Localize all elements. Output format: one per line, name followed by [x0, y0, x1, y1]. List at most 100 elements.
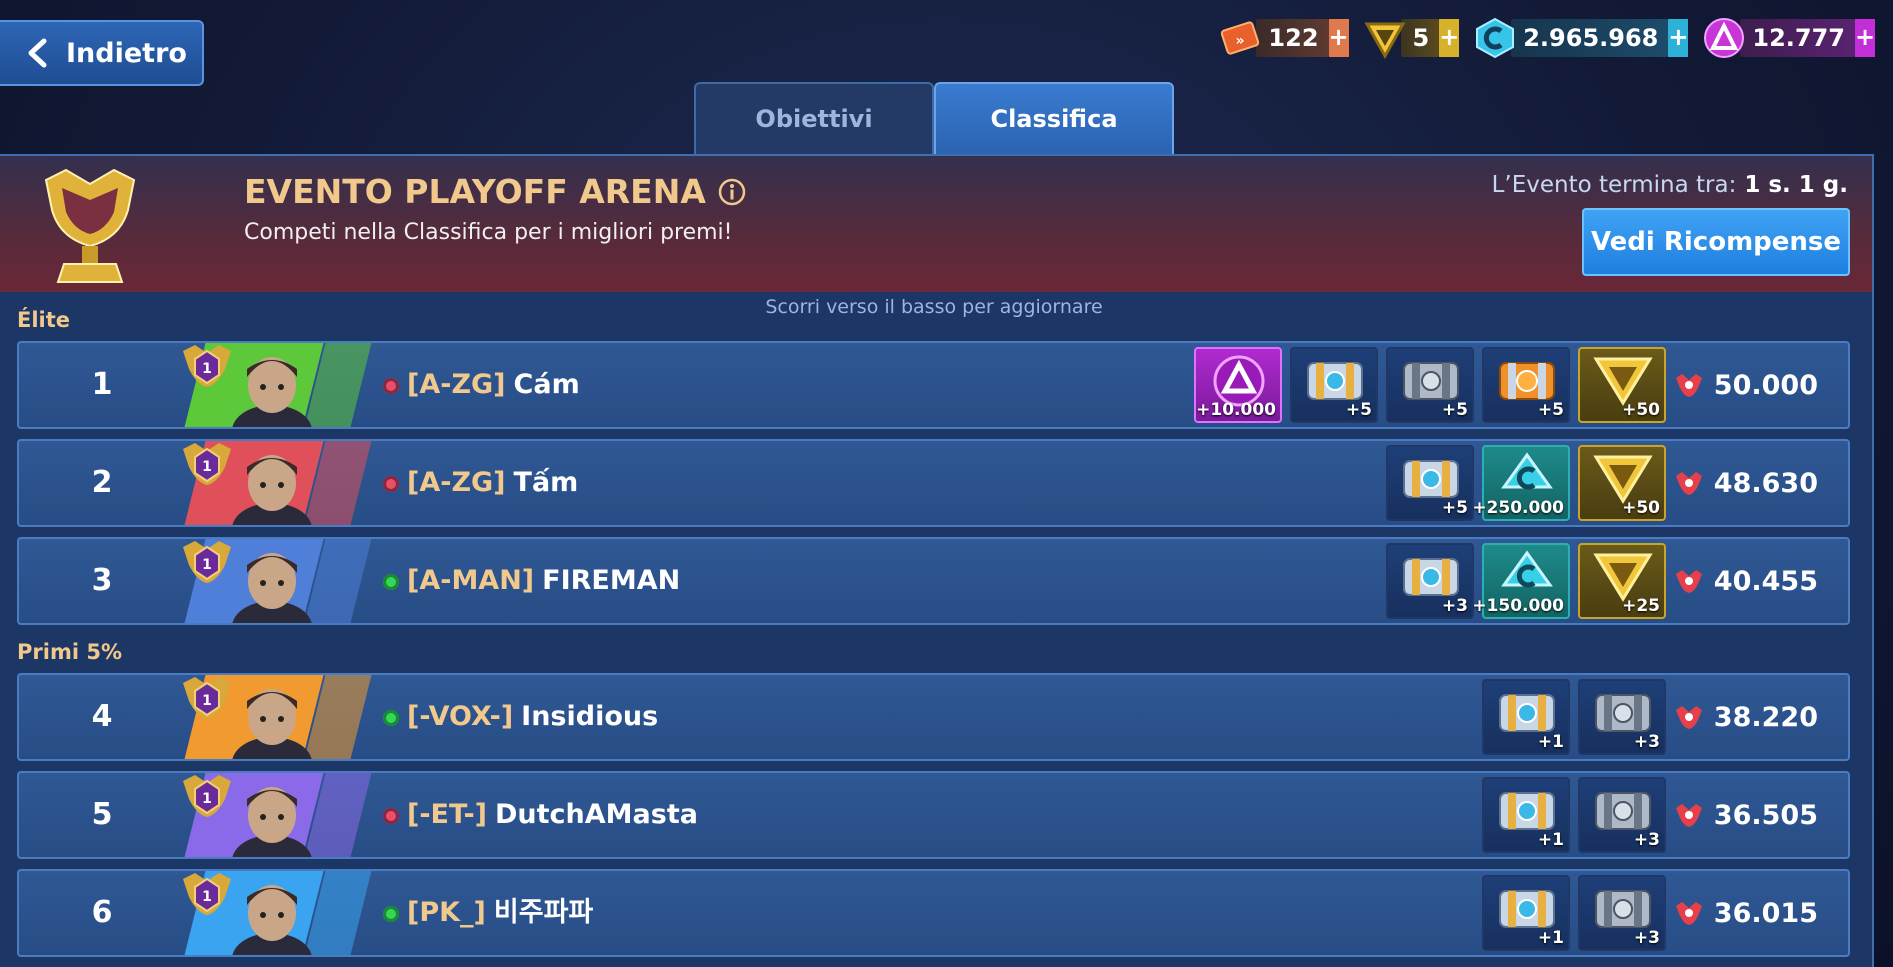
player-score: 40.455 — [1674, 539, 1818, 623]
player-name-text: Insidious — [521, 701, 659, 732]
player-name-text: Tấm — [513, 467, 579, 498]
currency-tickets: » 122 + — [1218, 18, 1349, 58]
event-ends-value: 1 s. 1 g. — [1744, 172, 1848, 198]
reward-amount: +5 — [1345, 400, 1372, 420]
alliance-tag: [-ET-] — [407, 799, 487, 830]
reward-list: +1 +3 — [1482, 875, 1666, 951]
reward-amount: +150.000 — [1472, 596, 1564, 616]
leaderboard-row[interactable]: 2 1 [A-ZG] Tấm +5 +250.000 +50 48.630 — [17, 439, 1850, 527]
reward-amount: +3 — [1441, 596, 1468, 616]
player-name-text: DutchAMasta — [495, 799, 698, 830]
reward-item[interactable]: +3 — [1578, 875, 1666, 951]
player-name[interactable]: [A-MAN] FIREMAN — [407, 539, 680, 623]
reward-item[interactable]: +3 — [1386, 543, 1474, 619]
reward-item[interactable]: +10.000 — [1194, 347, 1282, 423]
add-tokens-button[interactable]: + — [1439, 19, 1459, 57]
reward-amount: +3 — [1633, 732, 1660, 752]
rank-badge-icon: 1 — [183, 775, 231, 817]
reward-item[interactable]: +150.000 — [1472, 543, 1570, 619]
svg-text:1: 1 — [202, 459, 212, 475]
player-rank: 1 — [91, 367, 113, 402]
reward-item[interactable]: +5 — [1386, 445, 1474, 521]
online-status-dot — [383, 378, 399, 394]
rank-badge-icon: 1 — [183, 443, 231, 485]
section-top5: Primi 5% — [17, 640, 122, 664]
tickets-value: 122 — [1256, 19, 1329, 57]
reward-item[interactable]: +5 — [1386, 347, 1474, 423]
reward-item[interactable]: +5 — [1482, 347, 1570, 423]
player-rank: 6 — [91, 895, 113, 930]
reward-amount: +50 — [1622, 400, 1660, 420]
add-points-button[interactable]: + — [1855, 19, 1875, 57]
arena-score-icon — [1675, 902, 1702, 925]
reward-item[interactable]: +1 — [1482, 875, 1570, 951]
player-score-value: 38.220 — [1713, 701, 1818, 733]
arena-token-icon — [1363, 22, 1406, 60]
reward-amount: +3 — [1633, 928, 1660, 948]
leaderboard-row[interactable]: 6 1 [PK_] 비주파파 +1 +3 36.015 — [17, 869, 1850, 957]
reward-item[interactable]: +1 — [1482, 679, 1570, 755]
leaderboard-row[interactable]: 1 1 [A-ZG] Cám +10.000 +5 +5 +5 +50 50.000 — [17, 341, 1850, 429]
reward-amount: +1 — [1537, 928, 1564, 948]
reward-item[interactable]: +3 — [1578, 679, 1666, 755]
rank-badge-icon: 1 — [183, 541, 231, 583]
alliance-tag: [A-ZG] — [407, 467, 506, 498]
alliance-tag: [A-ZG] — [407, 369, 506, 400]
reward-amount: +5 — [1441, 400, 1468, 420]
player-score-value: 36.015 — [1713, 897, 1818, 929]
reward-item[interactable]: +25 — [1578, 543, 1666, 619]
reward-item[interactable]: +50 — [1578, 445, 1666, 521]
rank-badge-icon: 1 — [183, 873, 231, 915]
player-name-text: FIREMAN — [542, 565, 681, 596]
reward-list: +1 +3 — [1482, 679, 1666, 755]
player-score: 50.000 — [1674, 343, 1818, 427]
info-icon[interactable] — [718, 178, 746, 206]
tab-leaderboard[interactable]: Classifica — [934, 82, 1174, 154]
player-name-text: 비주파파 — [493, 897, 594, 928]
reward-item[interactable]: +3 — [1578, 777, 1666, 853]
arena-score-icon — [1675, 570, 1702, 593]
leaderboard-row[interactable]: 3 1 [A-MAN] FIREMAN +3 +150.000 +25 40.455 — [17, 537, 1850, 625]
add-credits-button[interactable]: + — [1668, 19, 1688, 57]
leaderboard-row[interactable]: 4 1 [-VOX-] Insidious +1 +3 38.220 — [17, 673, 1850, 761]
player-name[interactable]: [A-ZG] Tấm — [407, 441, 578, 525]
reward-list: +3 +150.000 +25 — [1386, 543, 1666, 619]
reward-item[interactable]: +250.000 — [1472, 445, 1570, 521]
credits-icon — [1476, 17, 1515, 59]
reward-amount: +25 — [1622, 596, 1660, 616]
player-score-value: 48.630 — [1713, 467, 1818, 499]
view-rewards-button[interactable]: Vedi Ricompense — [1582, 208, 1850, 276]
points-value: 12.777 — [1740, 19, 1855, 57]
reward-amount: +1 — [1537, 732, 1564, 752]
event-banner: EVENTO PLAYOFF ARENA Competi nella Class… — [0, 156, 1872, 292]
currency-tokens: 5 + — [1363, 18, 1459, 60]
alliance-tag: [A-MAN] — [407, 565, 535, 596]
player-name[interactable]: [PK_] 비주파파 — [407, 871, 593, 955]
rank-badge-icon: 1 — [183, 345, 231, 387]
section-elite: Élite — [17, 308, 71, 332]
player-name[interactable]: [A-ZG] Cám — [407, 343, 580, 427]
online-status-dot — [383, 906, 399, 922]
reward-amount: +1 — [1537, 830, 1564, 850]
add-tickets-button[interactable]: + — [1328, 19, 1349, 57]
player-name[interactable]: [-ET-] DutchAMasta — [407, 773, 698, 857]
alliance-points-icon — [1704, 18, 1745, 58]
tab-objectives[interactable]: Obiettivi — [694, 82, 934, 154]
online-status-dot — [383, 574, 399, 590]
reward-amount: +10.000 — [1196, 400, 1276, 420]
reward-item[interactable]: +5 — [1290, 347, 1378, 423]
reward-amount: +5 — [1537, 400, 1564, 420]
player-score-value: 50.000 — [1713, 369, 1818, 401]
reward-item[interactable]: +50 — [1578, 347, 1666, 423]
player-score: 36.015 — [1674, 871, 1818, 955]
event-ends: L’Evento termina tra: 1 s. 1 g. — [1492, 172, 1848, 198]
reward-amount: +3 — [1633, 830, 1660, 850]
currency-credits: 2.965.968 + — [1473, 17, 1688, 59]
credits-value: 2.965.968 — [1511, 19, 1669, 57]
svg-text:1: 1 — [202, 889, 212, 905]
back-button[interactable]: Indietro — [0, 20, 204, 86]
player-name[interactable]: [-VOX-] Insidious — [407, 675, 658, 759]
online-status-dot — [383, 808, 399, 824]
reward-item[interactable]: +1 — [1482, 777, 1570, 853]
leaderboard-row[interactable]: 5 1 [-ET-] DutchAMasta +1 +3 36.505 — [17, 771, 1850, 859]
